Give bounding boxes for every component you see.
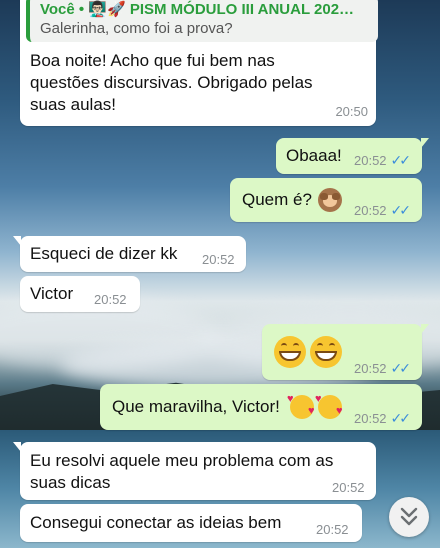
grinning-face-icon	[274, 336, 306, 368]
message-time: 20:52	[354, 361, 387, 376]
read-receipt-icon: ✓✓	[390, 410, 412, 426]
quoted-message[interactable]: Você • 👨🏻‍🏫🚀 PISM MÓDULO III ANUAL 202… …	[26, 0, 378, 42]
message-time: 20:52	[332, 480, 365, 495]
message-text: Eu resolvi aquele meu problema com as	[30, 451, 334, 470]
message-text: Boa noite! Acho que fui bem nas	[30, 51, 275, 70]
read-receipt-icon: ✓✓	[390, 202, 412, 218]
scroll-to-bottom-button[interactable]	[389, 497, 429, 537]
grinning-face-icon	[310, 336, 342, 368]
smiling-face-with-hearts-icon: ♥ ♥	[287, 393, 315, 419]
message-time: 20:52	[202, 252, 235, 267]
message-time: 20:50	[335, 104, 368, 119]
quote-text: Galerinha, como foi a prova?	[40, 20, 233, 37]
message-time: 20:52	[354, 411, 387, 426]
quote-author: Você • 👨🏻‍🏫🚀 PISM MÓDULO III ANUAL 202…	[40, 1, 355, 18]
message-bubble-outgoing[interactable]: Obaaa! 20:52 ✓✓	[276, 138, 429, 174]
message-bubble-incoming[interactable]: Consegui conectar as ideias bem 20:52	[20, 504, 362, 542]
read-receipt-icon: ✓✓	[390, 152, 412, 168]
message-text: Obaaa!	[286, 146, 342, 165]
message-time: 20:52	[316, 522, 349, 537]
message-text: questões discursivas. Obrigado pelas	[30, 73, 313, 92]
message-text: Quem é?	[242, 190, 312, 209]
message-text: suas dicas	[30, 473, 111, 492]
message-time: 20:52	[354, 203, 387, 218]
message-bubble-outgoing[interactable]: Que maravilha, Victor! ♥ ♥ ♥ ♥ 20:52 ✓✓	[100, 384, 422, 430]
message-bubble-outgoing[interactable]: 20:52 ✓✓	[262, 324, 429, 380]
message-text: Esqueci de dizer kk	[30, 244, 178, 263]
message-time: 20:52	[354, 153, 387, 168]
message-bubble-reply[interactable]: Você • 👨🏻‍🏫🚀 PISM MÓDULO III ANUAL 202… …	[20, 0, 378, 126]
message-bubble-incoming[interactable]: Victor 20:52	[20, 276, 140, 312]
read-receipt-icon: ✓✓	[390, 360, 412, 376]
message-time: 20:52	[94, 292, 127, 307]
message-text: suas aulas!	[30, 95, 116, 114]
message-bubble-incoming[interactable]: Esqueci de dizer kk 20:52	[13, 236, 246, 272]
see-no-evil-monkey-icon	[318, 188, 342, 212]
double-chevron-down-icon	[400, 507, 418, 526]
message-bubble-incoming[interactable]: Eu resolvi aquele meu problema com as su…	[13, 442, 376, 500]
message-text: Que maravilha, Victor!	[112, 397, 280, 416]
smiling-face-with-hearts-icon: ♥ ♥	[315, 393, 343, 419]
message-text: Victor	[30, 284, 74, 303]
message-bubble-outgoing[interactable]: Quem é? 20:52 ✓✓	[230, 178, 422, 222]
message-text: Consegui conectar as ideias bem	[30, 513, 282, 532]
